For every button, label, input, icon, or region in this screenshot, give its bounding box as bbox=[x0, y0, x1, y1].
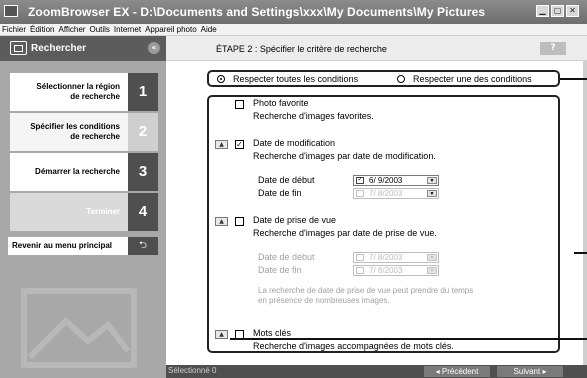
shot-end-date: 7/ 8/2003 ▼ bbox=[353, 265, 439, 276]
help-button[interactable]: ? bbox=[540, 42, 566, 55]
step-label: de recherche bbox=[70, 132, 120, 141]
menu-afficher[interactable]: Afficher bbox=[58, 25, 85, 34]
dropdown-arrow-icon: ▼ bbox=[427, 267, 437, 274]
modified-end-label: Date de fin bbox=[258, 188, 302, 198]
step-header: ÉTAPE 2 : Spécifier le critère de recher… bbox=[166, 36, 587, 61]
dropdown-arrow-icon[interactable]: ▼ bbox=[427, 190, 437, 197]
back-to-main-menu-button[interactable]: Revenir au menu principal ⮌ bbox=[8, 237, 158, 255]
sidebar-title: Rechercher bbox=[31, 43, 87, 54]
menu-internet[interactable]: Internet bbox=[114, 25, 141, 34]
favorite-title: Photo favorite bbox=[253, 98, 309, 108]
criteria-list: Photo favorite Recherche d'images favori… bbox=[207, 95, 560, 353]
criteria-panel: Respecter toutes les conditions Respecte… bbox=[166, 61, 580, 365]
menu-bar: Fichier Édition Afficher Outils Internet Appa… bbox=[0, 24, 587, 36]
return-arrow-icon: ⮌ bbox=[128, 237, 158, 255]
step-start-search[interactable]: Démarrer la recherche 3 bbox=[8, 153, 166, 191]
sidebar-header: Rechercher « bbox=[0, 36, 166, 61]
shot-start-date: 7/ 8/2003 ▼ bbox=[353, 252, 439, 263]
task-sidebar: Rechercher « Sélectionner la région de re… bbox=[0, 36, 166, 378]
radio-label: Respecter une des conditions bbox=[413, 74, 532, 84]
radio-any-condition[interactable]: Respecter une des conditions bbox=[397, 74, 532, 86]
step-number: 3 bbox=[128, 153, 158, 191]
step-number: 2 bbox=[128, 113, 158, 151]
collapse-sidebar-icon[interactable]: « bbox=[148, 42, 160, 54]
shot-start-label: Date de début bbox=[258, 252, 315, 262]
step-finish[interactable]: Terminer 4 bbox=[8, 193, 166, 231]
modified-checkbox[interactable]: ✓ bbox=[235, 140, 244, 149]
checkbox-icon bbox=[356, 254, 364, 261]
step-label: Démarrer la recherche bbox=[35, 167, 120, 176]
checkbox-icon bbox=[356, 267, 364, 274]
step-label: Sélectionner la région bbox=[36, 82, 120, 91]
modified-start-date[interactable]: ✓ 6/ 9/2003 ▼ bbox=[353, 175, 439, 186]
dropdown-arrow-icon[interactable]: ▼ bbox=[427, 177, 437, 184]
maximize-icon[interactable]: ▢ bbox=[551, 5, 564, 17]
dropdown-arrow-icon: ▼ bbox=[427, 254, 437, 261]
callout-line bbox=[230, 338, 587, 340]
menu-appareil-photo[interactable]: Appareil photo bbox=[145, 25, 197, 34]
shot-date-note: en présence de nombreuses images. bbox=[258, 296, 390, 305]
back-label: Revenir au menu principal bbox=[12, 241, 113, 250]
menu-outils[interactable]: Outils bbox=[89, 25, 109, 34]
previous-button[interactable]: ◂ Précédent bbox=[424, 366, 490, 377]
step-label: de recherche bbox=[70, 92, 120, 101]
menu-edition[interactable]: Édition bbox=[30, 25, 54, 34]
shot-date-title: Date de prise de vue bbox=[253, 215, 337, 225]
modified-desc: Recherche d'images par date de modificat… bbox=[253, 151, 436, 161]
step-title: ÉTAPE 2 : Spécifier le critère de recher… bbox=[216, 44, 387, 54]
footer-bar: Sélectionné 0 ◂ Précédent Suivant ▸ bbox=[166, 365, 587, 378]
radio-all-conditions[interactable]: Respecter toutes les conditions bbox=[217, 74, 358, 86]
vertical-scrollbar[interactable] bbox=[583, 61, 587, 365]
keywords-desc: Recherche d'images accompagnées de mots … bbox=[253, 341, 454, 351]
minimize-icon[interactable]: ▁ bbox=[536, 5, 549, 17]
selection-count: Sélectionné 0 bbox=[168, 366, 217, 375]
step-number: 4 bbox=[128, 193, 158, 231]
collapse-up-icon[interactable]: ▲ bbox=[215, 217, 228, 226]
collapse-up-icon[interactable]: ▲ bbox=[215, 140, 228, 149]
keywords-title: Mots clés bbox=[253, 328, 292, 338]
step-number: 1 bbox=[128, 73, 158, 111]
shot-date-desc: Recherche d'images par date de prise de … bbox=[253, 228, 437, 238]
title-bar: ZoomBrowser EX - D:\Documents and Settin… bbox=[0, 0, 587, 24]
modified-start-label: Date de début bbox=[258, 175, 315, 185]
check-icon[interactable]: ✓ bbox=[356, 177, 364, 184]
callout-line bbox=[560, 78, 587, 80]
favorite-desc: Recherche d'images favorites. bbox=[253, 111, 374, 121]
shot-end-label: Date de fin bbox=[258, 265, 302, 275]
step-label: Spécifier les conditions bbox=[30, 122, 120, 131]
radio-empty-icon bbox=[397, 75, 405, 83]
close-icon[interactable]: ✕ bbox=[566, 5, 579, 17]
app-icon bbox=[4, 5, 18, 17]
callout-line bbox=[574, 252, 587, 254]
shot-date-checkbox[interactable] bbox=[235, 217, 244, 226]
radio-label: Respecter toutes les conditions bbox=[233, 74, 359, 84]
favorite-checkbox[interactable] bbox=[235, 100, 244, 109]
collapse-up-icon[interactable]: ▲ bbox=[215, 330, 228, 339]
checkbox-icon[interactable] bbox=[356, 190, 364, 197]
shot-date-note: La recherche de date de prise de vue peu… bbox=[258, 286, 474, 295]
modified-end-date[interactable]: 7/ 8/2003 ▼ bbox=[353, 188, 439, 199]
menu-fichier[interactable]: Fichier bbox=[2, 25, 26, 34]
next-button[interactable]: Suivant ▸ bbox=[497, 366, 563, 377]
step-specify-conditions[interactable]: Spécifier les conditions de recherche 2 bbox=[8, 113, 166, 151]
search-icon bbox=[10, 41, 27, 55]
window-title: ZoomBrowser EX - D:\Documents and Settin… bbox=[28, 5, 486, 19]
picture-watermark-icon bbox=[21, 288, 137, 368]
radio-selected-icon bbox=[217, 75, 225, 83]
condition-mode-group: Respecter toutes les conditions Respecte… bbox=[207, 70, 560, 87]
step-select-region[interactable]: Sélectionner la région de recherche 1 bbox=[8, 73, 166, 111]
step-label: Terminer bbox=[86, 207, 120, 216]
modified-title: Date de modification bbox=[253, 138, 336, 148]
menu-aide[interactable]: Aide bbox=[201, 25, 217, 34]
